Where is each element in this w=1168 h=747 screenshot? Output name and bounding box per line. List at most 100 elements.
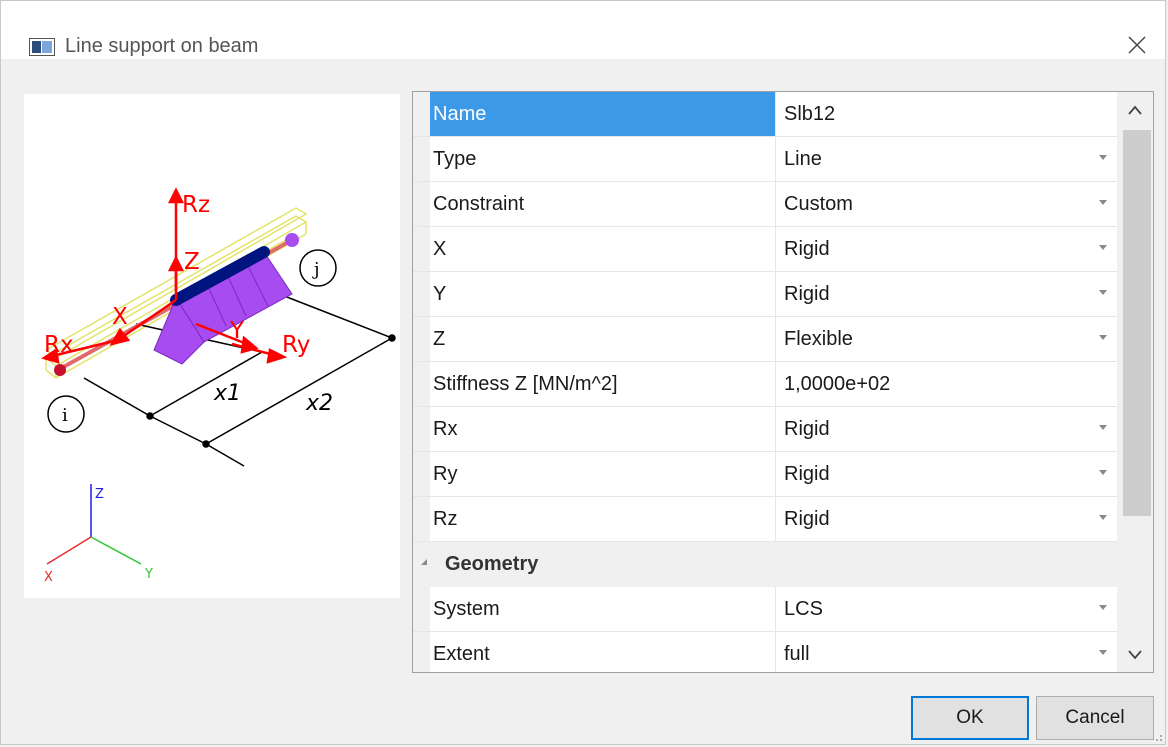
row-gutter — [413, 227, 430, 271]
property-row-stiffness-z-mn-m-2[interactable]: Stiffness Z [MN/m^2] 1,0000e+02 — [413, 362, 1117, 407]
label-x1: x1 — [213, 381, 241, 406]
property-value[interactable]: Line — [776, 137, 1117, 181]
property-grid-body: Name Slb12 Type Line Constraint Custom X Rigid Y… — [413, 92, 1117, 672]
property-value-text: Rigid — [784, 283, 830, 305]
resize-grip-icon[interactable] — [1151, 730, 1163, 742]
scroll-down-icon[interactable] — [1117, 636, 1153, 672]
property-value[interactable]: Slb12 — [776, 92, 1117, 136]
row-gutter — [413, 137, 430, 181]
property-value-text: Flexible — [784, 328, 853, 350]
axis-y-label: Y — [144, 567, 153, 582]
property-name[interactable]: Rx — [430, 407, 776, 451]
svg-text:j: j — [312, 259, 320, 280]
label-y: Y — [229, 318, 245, 344]
property-row-extent[interactable]: Extent full — [413, 632, 1117, 672]
property-name[interactable]: Y — [430, 272, 776, 316]
dropdown-arrow-icon[interactable] — [1099, 335, 1107, 340]
scroll-thumb[interactable] — [1123, 130, 1151, 516]
property-value-text: Rigid — [784, 418, 830, 440]
property-row-rz[interactable]: Rz Rigid — [413, 497, 1117, 542]
property-row-y[interactable]: Y Rigid — [413, 272, 1117, 317]
property-value-text: Rigid — [784, 238, 830, 260]
property-value-text: Rigid — [784, 463, 830, 485]
category-label: Geometry — [445, 553, 539, 575]
property-value[interactable]: Rigid — [776, 452, 1117, 496]
property-row-type[interactable]: Type Line — [413, 137, 1117, 182]
label-rx: Rx — [44, 332, 74, 358]
label-rz: Rz — [182, 192, 210, 218]
dropdown-arrow-icon[interactable] — [1099, 290, 1107, 295]
label-ry: Ry — [282, 332, 310, 358]
row-gutter — [413, 587, 430, 631]
property-row-z[interactable]: Z Flexible — [413, 317, 1117, 362]
property-row-ry[interactable]: Ry Rigid — [413, 452, 1117, 497]
property-value[interactable]: full — [776, 632, 1117, 672]
property-row-system[interactable]: System LCS — [413, 587, 1117, 632]
property-row-rx[interactable]: Rx Rigid — [413, 407, 1117, 452]
row-gutter — [413, 92, 430, 136]
dropdown-arrow-icon[interactable] — [1099, 155, 1107, 160]
dropdown-arrow-icon[interactable] — [1099, 605, 1107, 610]
dropdown-arrow-icon[interactable] — [1099, 425, 1107, 430]
dropdown-arrow-icon[interactable] — [1099, 515, 1107, 520]
property-name[interactable]: Type — [430, 137, 776, 181]
node-j-marker — [285, 233, 299, 247]
property-value[interactable]: Rigid — [776, 407, 1117, 451]
property-name[interactable]: X — [430, 227, 776, 271]
property-value[interactable]: Custom — [776, 182, 1117, 226]
category-geometry[interactable]: Geometry — [413, 542, 1117, 587]
support-preview: Rz Z X Rx Y Ry x1 x2 i j Z X Y — [24, 94, 400, 598]
row-gutter — [413, 317, 430, 361]
property-row-constraint[interactable]: Constraint Custom — [413, 182, 1117, 227]
property-name[interactable]: Extent — [430, 632, 776, 672]
dropdown-arrow-icon[interactable] — [1099, 200, 1107, 205]
property-value[interactable]: Rigid — [776, 227, 1117, 271]
property-value[interactable]: 1,0000e+02 — [776, 362, 1117, 406]
property-grid: Name Slb12 Type Line Constraint Custom X Rigid Y… — [412, 91, 1154, 673]
label-z: Z — [184, 249, 200, 275]
property-value[interactable]: LCS — [776, 587, 1117, 631]
property-value-text: Line — [784, 148, 822, 170]
property-name[interactable]: Ry — [430, 452, 776, 496]
node-i-marker — [54, 364, 66, 376]
dropdown-arrow-icon[interactable] — [1099, 470, 1107, 475]
coordinate-axes: Z X Y — [44, 484, 153, 585]
svg-text:i: i — [62, 405, 68, 426]
label-x: X — [112, 304, 128, 330]
scroll-up-icon[interactable] — [1117, 92, 1153, 128]
window-title: Line support on beam — [65, 35, 259, 57]
property-value-text: 1,0000e+02 — [784, 373, 891, 395]
property-name[interactable]: Name — [430, 92, 776, 136]
grid-scrollbar[interactable] — [1117, 92, 1153, 672]
axis-x-label: X — [44, 570, 53, 585]
property-name[interactable]: Constraint — [430, 182, 776, 226]
close-icon[interactable] — [1123, 31, 1151, 59]
row-gutter — [413, 497, 430, 541]
cancel-button[interactable]: Cancel — [1036, 696, 1154, 740]
ok-button[interactable]: OK — [911, 696, 1029, 740]
row-gutter — [413, 362, 430, 406]
property-name[interactable]: Stiffness Z [MN/m^2] — [430, 362, 776, 406]
row-gutter — [413, 407, 430, 451]
property-name[interactable]: Rz — [430, 497, 776, 541]
property-value-text: Rigid — [784, 508, 830, 530]
property-value-text: full — [784, 643, 810, 665]
dropdown-arrow-icon[interactable] — [1099, 650, 1107, 655]
axis-z-label: Z — [95, 487, 104, 502]
property-value[interactable]: Rigid — [776, 497, 1117, 541]
node-j-label: j — [299, 249, 337, 287]
property-name[interactable]: System — [430, 587, 776, 631]
dropdown-arrow-icon[interactable] — [1099, 245, 1107, 250]
property-value[interactable]: Rigid — [776, 272, 1117, 316]
collapse-triangle-icon[interactable] — [421, 559, 427, 565]
property-row-name[interactable]: Name Slb12 — [413, 92, 1117, 137]
row-gutter — [413, 182, 430, 226]
row-gutter — [413, 452, 430, 496]
property-value-text: LCS — [784, 598, 823, 620]
property-value[interactable]: Flexible — [776, 317, 1117, 361]
property-name[interactable]: Z — [430, 317, 776, 361]
property-value-text: Slb12 — [784, 103, 836, 125]
property-row-x[interactable]: X Rigid — [413, 227, 1117, 272]
row-gutter — [413, 632, 430, 672]
window-icon — [29, 38, 55, 56]
